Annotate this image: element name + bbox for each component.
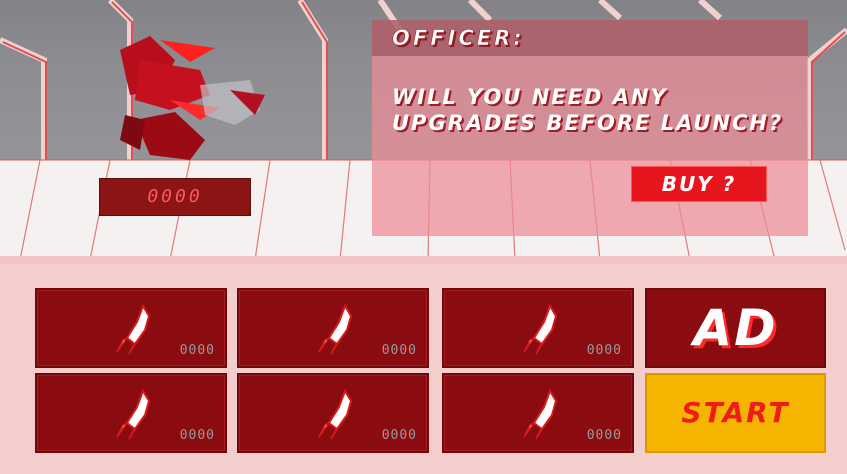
upgrade-price: 0000 bbox=[179, 428, 215, 443]
upgrade-slot-4[interactable]: 0000 bbox=[35, 373, 227, 453]
buy-button[interactable]: BUY ? bbox=[632, 167, 766, 201]
upgrade-price: 0000 bbox=[381, 343, 417, 358]
upgrade-price: 0000 bbox=[381, 428, 417, 443]
upgrade-slot-5[interactable]: 0000 bbox=[237, 373, 429, 453]
rocket-icon bbox=[116, 304, 151, 355]
upgrade-slot-3[interactable]: 0000 bbox=[442, 288, 634, 368]
rocket-icon bbox=[318, 389, 353, 440]
dialog-message: WILL YOU NEED ANY UPGRADES BEFORE LAUNCH… bbox=[392, 85, 784, 135]
rocket-icon bbox=[523, 304, 558, 355]
officer-dialog: OFFICER: WILL YOU NEED ANY UPGRADES BEFO… bbox=[372, 20, 808, 236]
upgrade-price: 0000 bbox=[179, 343, 215, 358]
coin-counter: 0000 bbox=[99, 178, 251, 216]
upgrade-slot-1[interactable]: 0000 bbox=[35, 288, 227, 368]
upgrade-slot-2[interactable]: 0000 bbox=[237, 288, 429, 368]
upgrade-price: 0000 bbox=[586, 428, 622, 443]
upgrade-slot-6[interactable]: 0000 bbox=[442, 373, 634, 453]
speaker-name: OFFICER: bbox=[392, 26, 525, 51]
start-button[interactable]: START bbox=[645, 373, 826, 453]
rocket-icon bbox=[523, 389, 558, 440]
rocket-icon bbox=[318, 304, 353, 355]
ad-button[interactable]: AD bbox=[645, 288, 826, 368]
rocket-icon bbox=[116, 389, 151, 440]
upgrade-price: 0000 bbox=[586, 343, 622, 358]
